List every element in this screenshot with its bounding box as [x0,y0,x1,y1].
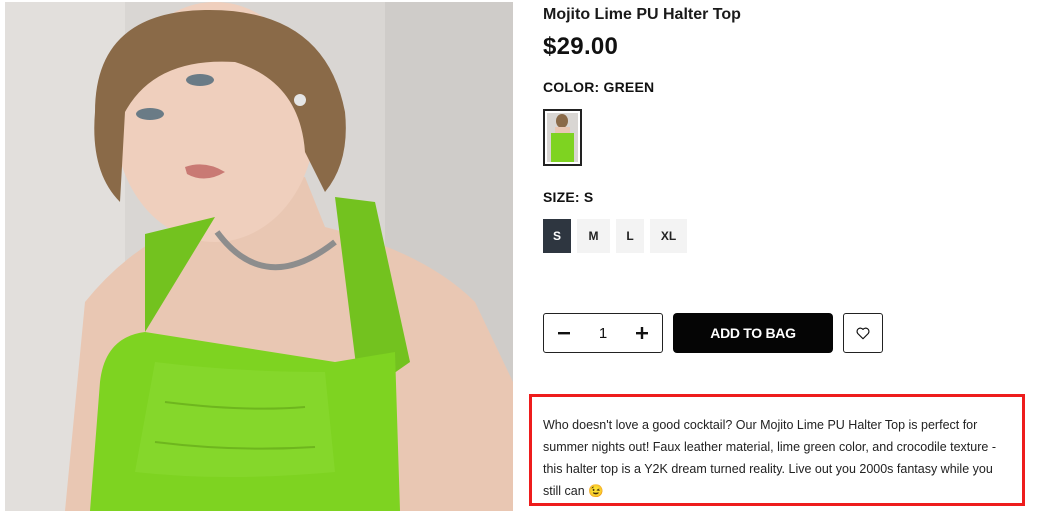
size-option-m[interactable]: M [577,219,610,253]
product-title: Mojito Lime PU Halter Top [543,6,741,23]
color-swatch-green[interactable] [543,109,582,166]
color-label: COLOR: GREEN [543,79,655,95]
quantity-value[interactable]: 1 [599,325,607,342]
decrease-quantity-button[interactable] [554,323,574,343]
minus-icon [558,332,570,335]
size-option-s[interactable]: S [543,219,571,253]
size-options: S M L XL [543,219,687,253]
plus-icon [636,327,648,339]
size-label: SIZE: S [543,189,594,205]
size-option-xl[interactable]: XL [650,219,687,253]
size-option-l[interactable]: L [616,219,644,253]
wishlist-button[interactable] [843,313,883,353]
increase-quantity-button[interactable] [632,323,652,343]
product-main-image [5,2,513,511]
add-to-bag-button[interactable]: ADD TO BAG [673,313,833,353]
quantity-stepper: 1 [543,313,663,353]
product-price: $29.00 [543,33,619,60]
heart-outline-icon [856,327,870,339]
product-description: Who doesn't love a good cocktail? Our Mo… [543,418,996,498]
product-details: Mojito Lime PU Halter Top $29.00 COLOR: … [529,0,1043,511]
swatch-thumbnail [547,113,578,162]
